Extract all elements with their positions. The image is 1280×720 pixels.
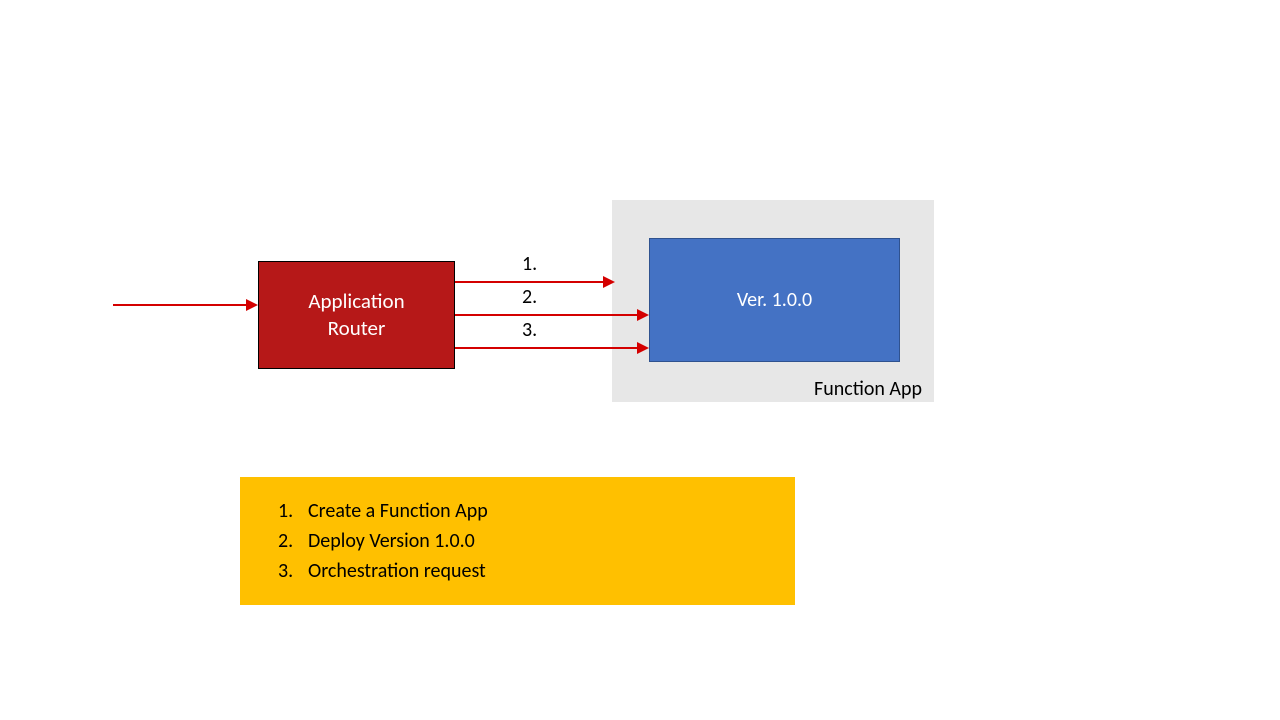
- legend-box: 1. Create a Function App 2. Deploy Versi…: [240, 477, 795, 605]
- arrow-3: [455, 341, 649, 355]
- arrow-incoming: [113, 298, 258, 312]
- arrow-3-label: 3.: [522, 318, 537, 342]
- legend-text-2: Deploy Version 1.0.0: [308, 529, 475, 553]
- router-title-line1: Application: [308, 288, 404, 315]
- arrow-1-label: 1.: [522, 252, 537, 276]
- version-box: Ver. 1.0.0: [649, 238, 900, 362]
- legend-num-2: 2.: [278, 529, 308, 553]
- legend-item-2: 2. Deploy Version 1.0.0: [278, 529, 795, 553]
- router-title-line2: Router: [328, 315, 386, 342]
- legend-text-3: Orchestration request: [308, 559, 486, 583]
- legend-item-1: 1. Create a Function App: [278, 499, 795, 523]
- legend-text-1: Create a Function App: [308, 499, 488, 523]
- legend-num-1: 1.: [278, 499, 308, 523]
- legend-num-3: 3.: [278, 559, 308, 583]
- arrow-2: [455, 308, 649, 322]
- diagram-canvas: Application Router Function App Ver. 1.0…: [0, 0, 1280, 720]
- legend-item-3: 3. Orchestration request: [278, 559, 795, 583]
- function-app-label: Function App: [612, 377, 934, 401]
- version-label: Ver. 1.0.0: [737, 288, 812, 312]
- application-router-box: Application Router: [258, 261, 455, 369]
- arrow-2-label: 2.: [522, 285, 537, 309]
